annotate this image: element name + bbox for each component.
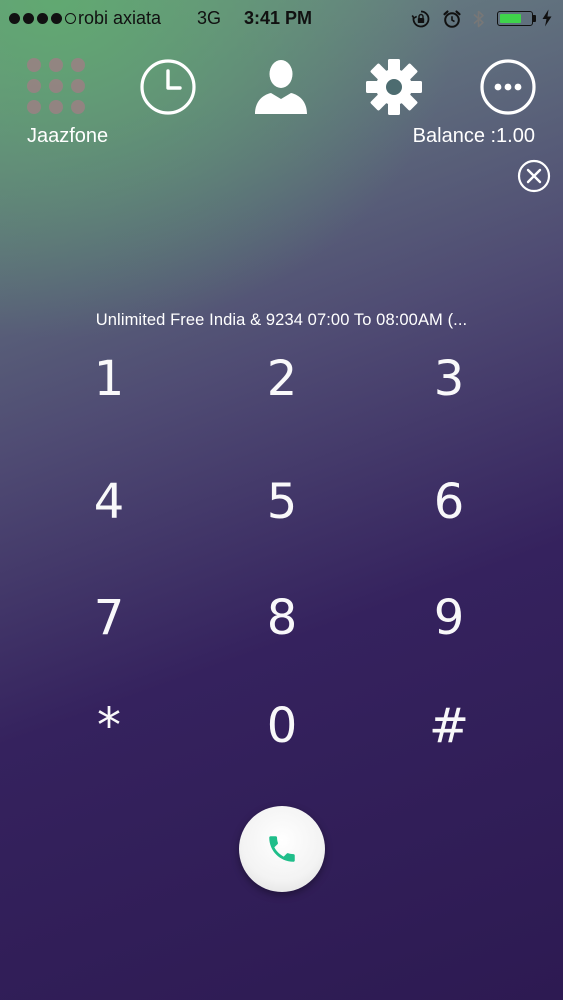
key-label: 7 bbox=[93, 590, 125, 646]
key-8[interactable]: 8 bbox=[222, 578, 342, 658]
battery-tip bbox=[533, 15, 536, 22]
key-label: 5 bbox=[266, 474, 298, 530]
key-label: 9 bbox=[433, 590, 465, 646]
more-options-icon[interactable] bbox=[479, 58, 537, 116]
key-5[interactable]: 5 bbox=[222, 462, 342, 542]
key-9[interactable]: 9 bbox=[389, 578, 509, 658]
key-label: 3 bbox=[433, 351, 465, 407]
key-2[interactable]: 2 bbox=[222, 339, 342, 419]
key-label: * bbox=[97, 698, 121, 754]
key-0[interactable]: 0 bbox=[222, 686, 342, 766]
settings-gear-icon[interactable] bbox=[365, 58, 423, 116]
phone-icon bbox=[269, 836, 295, 862]
history-clock-icon[interactable] bbox=[139, 58, 197, 116]
key-label: # bbox=[428, 698, 470, 754]
status-time: 3:41 PM bbox=[244, 8, 313, 28]
key-7[interactable]: 7 bbox=[49, 578, 169, 658]
key-hash[interactable]: # bbox=[389, 686, 509, 766]
key-label: 4 bbox=[93, 474, 125, 530]
key-label: 2 bbox=[266, 351, 298, 407]
bluetooth-icon bbox=[473, 10, 484, 28]
status-bar: robi axiata 3G 3:41 PM bbox=[0, 0, 563, 38]
battery-icon bbox=[497, 11, 533, 26]
carrier-name: robi axiata bbox=[78, 8, 162, 28]
close-icon[interactable] bbox=[517, 159, 551, 193]
balance-text: Balance :1.00 bbox=[412, 125, 535, 147]
promo-banner[interactable]: Unlimited Free India & 9234 07:00 To 08:… bbox=[0, 311, 563, 330]
key-star[interactable]: * bbox=[49, 686, 169, 766]
alarm-icon bbox=[443, 10, 461, 28]
key-label: 6 bbox=[433, 474, 465, 530]
key-1[interactable]: 1 bbox=[49, 339, 169, 419]
key-label: 8 bbox=[266, 590, 298, 646]
key-label: 1 bbox=[93, 351, 125, 407]
call-button[interactable] bbox=[239, 806, 325, 892]
charging-icon bbox=[542, 9, 552, 27]
app-name: Jaazfone bbox=[27, 125, 109, 147]
battery-level bbox=[499, 13, 521, 23]
contacts-person-icon[interactable] bbox=[252, 57, 310, 115]
rotation-lock-icon bbox=[411, 10, 430, 28]
network-type: 3G bbox=[197, 8, 222, 28]
apps-grid-icon[interactable] bbox=[27, 58, 85, 114]
key-3[interactable]: 3 bbox=[389, 339, 509, 419]
signal-strength-icon bbox=[9, 13, 76, 24]
key-6[interactable]: 6 bbox=[389, 462, 509, 542]
key-4[interactable]: 4 bbox=[49, 462, 169, 542]
key-label: 0 bbox=[266, 698, 298, 754]
